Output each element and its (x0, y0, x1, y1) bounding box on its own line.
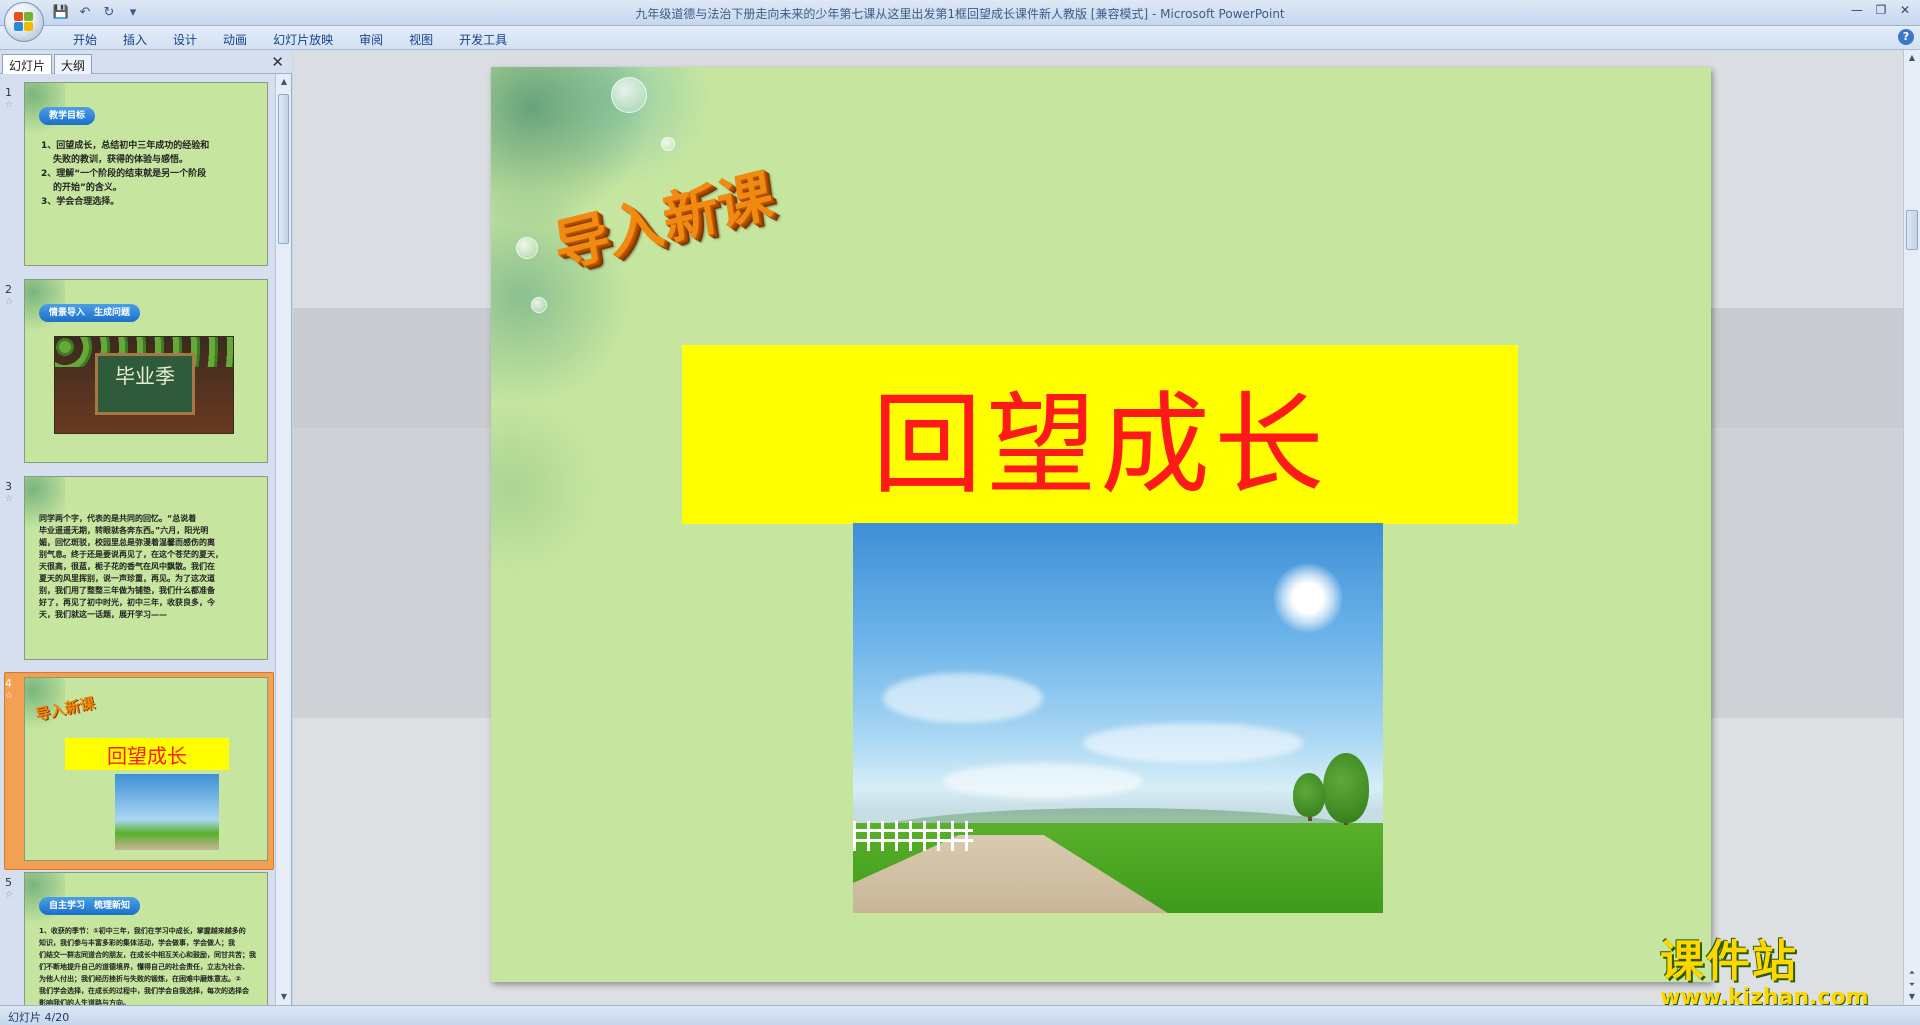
cloud (883, 673, 1043, 723)
scroll-up-icon[interactable]: ▲ (278, 76, 290, 88)
landscape-photo[interactable] (853, 523, 1383, 913)
window-title: 九年级道德与法治下册走向未来的少年第七课从这里出发第1框回望成长课件新人教版 [… (635, 7, 1285, 21)
animation-star-icon: ☆ (5, 494, 14, 504)
tab-design[interactable]: 设计 (160, 29, 210, 50)
slides-pane: 幻灯片 大纲 ✕ 1 ☆ 教学目标 1、回望成长，总结初中三年成功的经验和 失败… (0, 50, 292, 1005)
slide-number: 2 (5, 283, 12, 296)
slide-number: 3 (5, 480, 12, 493)
pane-tabs: 幻灯片 大纲 ✕ (0, 50, 292, 74)
slide-scrollbar[interactable]: ▲ ⏶ ⏷ ▼ (1903, 50, 1920, 1005)
next-slide-icon[interactable]: ⏷ (1906, 979, 1918, 991)
title-box-mini: 回望成长 (65, 738, 229, 770)
thumbnails-scrollbar[interactable]: ▲ ▼ (275, 74, 291, 1005)
window-controls: — ❐ ✕ (1846, 2, 1916, 18)
scroll-down-icon[interactable]: ▼ (1906, 991, 1918, 1003)
restore-icon[interactable]: ❐ (1870, 2, 1892, 18)
slide-title: 回望成长 (872, 380, 1328, 509)
office-button[interactable] (4, 2, 44, 42)
slide-title-box[interactable]: 回望成长 (682, 345, 1518, 524)
tab-slides[interactable]: 幻灯片 (2, 54, 53, 74)
tab-view[interactable]: 视图 (396, 29, 446, 50)
tab-home[interactable]: 开始 (60, 29, 110, 50)
help-icon[interactable]: ? (1898, 29, 1914, 45)
ribbon: 开始 插入 设计 动画 幻灯片放映 审阅 视图 开发工具 ? (0, 26, 1920, 50)
tab-developer[interactable]: 开发工具 (446, 29, 520, 50)
tab-insert[interactable]: 插入 (110, 29, 160, 50)
animation-star-icon: ☆ (5, 297, 14, 307)
white-fence (853, 821, 973, 851)
cloud (1083, 723, 1303, 763)
slide-thumbnail-2[interactable]: 情景导入 生成问题 毕业季 (24, 279, 268, 463)
animation-star-icon: ☆ (5, 100, 14, 110)
slide-number: 1 (5, 86, 12, 99)
slide-number: 5 (5, 876, 12, 889)
animation-star-icon: ☆ (5, 691, 14, 701)
slide-thumbnails: 1 ☆ 教学目标 1、回望成长，总结初中三年成功的经验和 失败的教训，获得的体验… (0, 74, 276, 1005)
tree (1323, 753, 1369, 823)
tab-animations[interactable]: 动画 (210, 29, 260, 50)
current-slide[interactable]: 导入新课 回望成长 (491, 67, 1711, 982)
slide-thumbnail-3[interactable]: 同学两个字，代表的是共同的回忆。“总说着 毕业遥遥无期，转眼就各奔东西。”六月，… (24, 476, 268, 660)
slide-pill: 自主学习 梳理新知 (39, 897, 141, 915)
cloud (943, 763, 1143, 799)
bubble-decoration (531, 297, 547, 313)
slide-thumbnail-5[interactable]: 自主学习 梳理新知 1、收获的季节：①初中三年，我们在学习中成长，掌握越来越多的… (24, 872, 268, 1005)
bubble-decoration (661, 137, 675, 151)
slide-text: 1、回望成长，总结初中三年成功的经验和 失败的教训，获得的体验与感悟。 2、理解… (41, 141, 210, 207)
scroll-up-icon[interactable]: ▲ (1906, 52, 1918, 64)
office-logo-icon (14, 12, 34, 32)
slide-number: 4 (5, 677, 12, 690)
landscape-photo-mini (115, 774, 219, 850)
watermark-logo: 课件站 www.kjzhan.com (1660, 925, 1900, 1010)
slide-text: 同学两个字，代表的是共同的回忆。“总说着 毕业遥遥无期，转眼就各奔东西。”六月，… (39, 514, 223, 619)
bubble-decoration (611, 77, 647, 113)
slide-counter: 幻灯片 4/20 (8, 1011, 70, 1024)
slide-thumbnail-4[interactable]: 导入新课 回望成长 (24, 677, 268, 861)
close-pane-icon[interactable]: ✕ (271, 53, 284, 71)
status-bar: 幻灯片 4/20 (0, 1005, 1920, 1025)
graduation-board-image: 毕业季 (54, 336, 234, 434)
scroll-down-icon[interactable]: ▼ (278, 991, 290, 1003)
tab-slideshow[interactable]: 幻灯片放映 (260, 29, 346, 50)
slide-text: 1、收获的季节：①初中三年，我们在学习中成长，掌握越来越多的 知识，我们参与丰富… (39, 927, 256, 1005)
slide-thumbnail-1[interactable]: 教学目标 1、回望成长，总结初中三年成功的经验和 失败的教训，获得的体验与感悟。… (24, 82, 268, 266)
slide-pill: 教学目标 (39, 107, 96, 125)
scrollbar-thumb[interactable] (1906, 210, 1918, 250)
scrollbar-thumb[interactable] (278, 94, 289, 244)
tree (1293, 773, 1325, 817)
prev-slide-icon[interactable]: ⏶ (1906, 967, 1918, 979)
sun (1273, 563, 1343, 633)
tab-review[interactable]: 审阅 (346, 29, 396, 50)
close-icon[interactable]: ✕ (1894, 2, 1916, 18)
bubble-decoration (516, 237, 538, 259)
animation-star-icon: ☆ (5, 890, 14, 900)
title-bar: 💾 ↶ ↻ ▾ 九年级道德与法治下册走向未来的少年第七课从这里出发第1框回望成长… (0, 0, 1920, 42)
ribbon-tabs: 开始 插入 设计 动画 幻灯片放映 审阅 视图 开发工具 (60, 29, 520, 50)
chalkboard-text: 毕业季 (95, 353, 195, 415)
slide-pill: 情景导入 生成问题 (39, 304, 141, 322)
tab-outline[interactable]: 大纲 (54, 54, 93, 74)
watermark-brand: 课件站 (1660, 936, 1798, 987)
minimize-icon[interactable]: — (1846, 2, 1868, 18)
